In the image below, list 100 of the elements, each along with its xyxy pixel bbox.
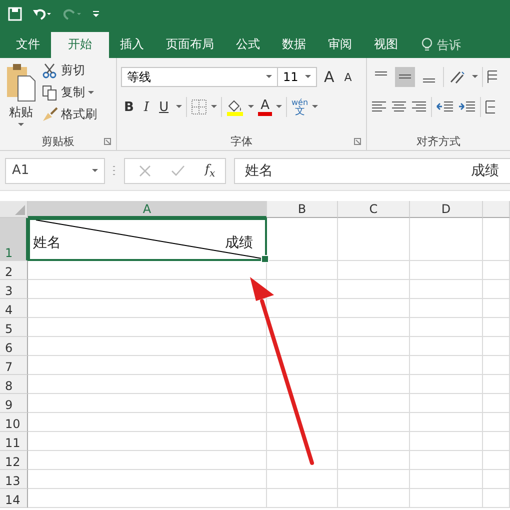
paste-button[interactable]: 粘贴 [9, 104, 33, 121]
caret-icon[interactable] [176, 105, 182, 109]
selected-cell[interactable]: 姓名 成绩 [28, 218, 267, 261]
sheet-cell [483, 432, 510, 451]
lightbulb-icon[interactable] [421, 37, 433, 53]
group-label: 对齐方式 [416, 134, 460, 148]
ribbon-tab[interactable]: 审阅 [317, 32, 363, 58]
font-size-field[interactable]: 11 [277, 67, 317, 87]
column-header[interactable]: A [28, 201, 267, 218]
undo-icon[interactable] [32, 7, 52, 21]
sheet-cell [483, 299, 510, 318]
sheet-cell [483, 394, 510, 413]
sheet-cell [338, 432, 410, 451]
sheet-cell [338, 413, 410, 432]
sheet-cell [483, 337, 510, 356]
copy-button[interactable]: 复制 [61, 84, 85, 101]
caret-icon[interactable] [18, 123, 24, 127]
sheet-cell [267, 394, 338, 413]
cut-button[interactable]: 剪切 [61, 62, 85, 79]
ribbon-tab[interactable]: 页面布局 [155, 32, 225, 58]
caret-icon[interactable] [210, 105, 217, 109]
scissors-icon[interactable] [42, 62, 58, 78]
fill-color-icon[interactable] [226, 98, 244, 116]
launcher-icon[interactable] [104, 138, 111, 145]
row-header[interactable]: 3 [0, 280, 28, 299]
row-header[interactable]: 8 [0, 375, 28, 394]
caret-icon[interactable] [88, 90, 94, 94]
row-header[interactable]: 9 [0, 394, 28, 413]
sheet-cell [267, 261, 338, 280]
row-header[interactable]: 2 [0, 261, 28, 280]
phonetic-guide-button[interactable]: wén 文 [291, 98, 308, 116]
align-center-icon[interactable] [391, 100, 407, 114]
insert-function-button[interactable]: f$_{x}$ [205, 162, 216, 180]
sheet-cell [267, 470, 338, 489]
sheet-cell [483, 489, 510, 508]
ribbon-tab[interactable]: 数据 [271, 32, 317, 58]
bold-button[interactable]: B [121, 100, 137, 114]
row-header[interactable]: 5 [0, 318, 28, 337]
tell-me-field[interactable]: 告诉 [437, 36, 461, 54]
row-header[interactable]: 13 [0, 470, 28, 489]
sheet-cell [483, 356, 510, 375]
align-left-icon[interactable] [371, 100, 387, 114]
row-header[interactable]: 10 [0, 413, 28, 432]
ribbon-tab[interactable]: 开始 [51, 32, 109, 58]
border-icon[interactable] [190, 99, 207, 115]
row-header[interactable]: 6 [0, 337, 28, 356]
sheet-cell [483, 413, 510, 432]
group-label: 字体 [230, 134, 252, 148]
ribbon-tab[interactable]: 视图 [363, 32, 409, 58]
sheet-cell [338, 318, 410, 337]
copy-icon[interactable] [42, 84, 58, 100]
format-painter-button[interactable]: 格式刷 [61, 106, 97, 123]
launcher-icon[interactable] [354, 138, 361, 145]
sheet-cell [338, 394, 410, 413]
ribbon-tab[interactable]: 插入 [109, 32, 155, 58]
name-box[interactable]: A1 [5, 158, 105, 184]
sheet-cell [267, 318, 338, 337]
clipboard-icon[interactable] [6, 62, 36, 102]
redo-icon [62, 7, 82, 21]
caret-icon[interactable] [472, 75, 478, 79]
ribbon-tab[interactable]: 文件 [5, 32, 51, 58]
sheet-cell [338, 470, 410, 489]
row-header[interactable]: 4 [0, 299, 28, 318]
decrease-indent-icon[interactable] [436, 100, 454, 114]
caret-icon[interactable] [276, 105, 282, 109]
sheet-cell [338, 299, 410, 318]
caret-icon[interactable] [248, 105, 254, 109]
column-header[interactable]: D [410, 201, 483, 218]
caret-icon[interactable] [305, 75, 311, 79]
formula-field[interactable]: 姓名 成绩 [234, 158, 510, 184]
caret-icon[interactable] [92, 168, 98, 172]
row-header[interactable]: 7 [0, 356, 28, 375]
customize-icon[interactable] [92, 9, 100, 19]
brush-icon[interactable] [42, 106, 58, 122]
column-header[interactable]: C [338, 201, 410, 218]
row-header[interactable]: 14 [0, 489, 28, 508]
shrink-font-button[interactable]: A [341, 70, 355, 84]
row-header[interactable]: 1 [0, 218, 28, 261]
ribbon-tab[interactable]: 公式 [225, 32, 271, 58]
cell-text: 成绩 [225, 234, 253, 252]
save-icon[interactable] [8, 7, 22, 21]
sheet-cell [267, 489, 338, 508]
italic-button[interactable]: I [140, 100, 152, 114]
grow-font-button[interactable]: A [321, 68, 338, 86]
sheet-cell [483, 261, 510, 280]
column-header[interactable]: B [267, 201, 338, 218]
cell-text: 姓名 [33, 234, 61, 252]
row-header[interactable]: 12 [0, 451, 28, 470]
align-right-icon[interactable] [411, 100, 427, 114]
increase-indent-icon[interactable] [458, 100, 476, 114]
caret-icon[interactable] [266, 75, 272, 79]
underline-button[interactable]: U [156, 100, 172, 114]
font-color-button[interactable]: A [258, 98, 272, 116]
row-header[interactable]: 11 [0, 432, 28, 451]
caret-icon[interactable] [312, 105, 318, 109]
sheet-cell [267, 299, 338, 318]
merge-icon[interactable] [485, 99, 495, 115]
font-name-field[interactable]: 等线 [121, 67, 278, 87]
wrap-text-icon[interactable] [487, 69, 497, 85]
sheet-cell [338, 489, 410, 508]
